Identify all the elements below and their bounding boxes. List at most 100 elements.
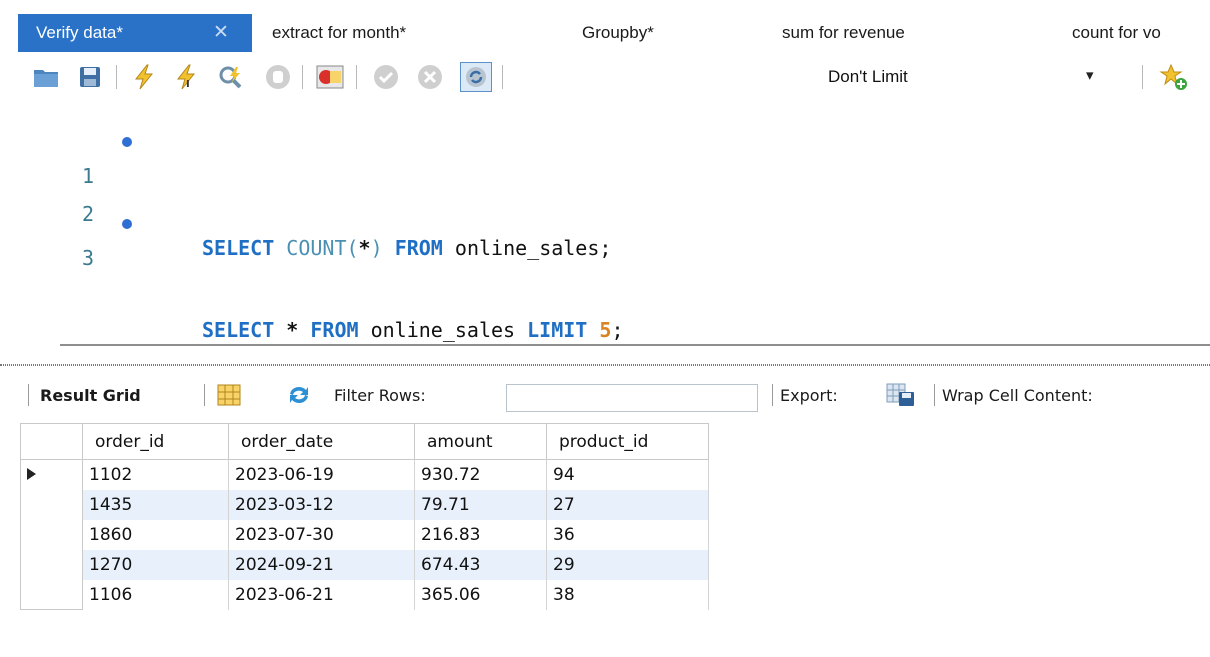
tab-sum-for-revenue[interactable]: sum for revenue bbox=[782, 14, 905, 52]
wrap-cell-content-label: Wrap Cell Content: bbox=[942, 386, 1093, 405]
stop-icon[interactable] bbox=[262, 62, 294, 92]
toolbar-separator bbox=[302, 65, 303, 89]
table-cell[interactable]: 216.83 bbox=[414, 519, 547, 550]
line-number: 3 bbox=[82, 246, 95, 270]
toolbar-separator bbox=[356, 65, 357, 89]
limit-rows-select[interactable]: Don't Limit ▾ bbox=[818, 64, 1188, 92]
editor-scroll-divider bbox=[60, 344, 1210, 346]
add-snippet-icon[interactable] bbox=[1158, 62, 1190, 92]
commit-icon[interactable] bbox=[370, 62, 402, 92]
result-grid[interactable]: order_id order_date amount product_id 11… bbox=[20, 423, 709, 610]
table-cell[interactable]: 365.06 bbox=[414, 579, 547, 610]
table-cell[interactable]: 2024-09-21 bbox=[228, 549, 415, 580]
table-cell[interactable]: 2023-07-30 bbox=[228, 519, 415, 550]
sql-operator: * bbox=[358, 236, 371, 260]
explain-icon[interactable] bbox=[216, 62, 248, 92]
table-row[interactable]: 1435 2023-03-12 79.71 27 bbox=[20, 489, 709, 520]
table-cell[interactable]: 2023-06-19 bbox=[228, 459, 415, 490]
result-grid-tab[interactable]: Result Grid bbox=[40, 386, 141, 405]
column-header[interactable]: order_date bbox=[228, 423, 415, 460]
table-cell[interactable]: 1435 bbox=[82, 489, 229, 520]
table-row[interactable]: 1106 2023-06-21 365.06 38 bbox=[20, 579, 709, 610]
sql-keyword: LIMIT bbox=[527, 318, 588, 342]
toolbar-separator bbox=[772, 384, 773, 406]
sql-statement[interactable]: SELECT COUNT(*) FROM online_sales; bbox=[202, 230, 611, 266]
tab-count-for-vo[interactable]: count for vo bbox=[1072, 14, 1161, 52]
tab-extract-for-month[interactable]: extract for month* bbox=[272, 14, 406, 52]
table-cell[interactable]: 1270 bbox=[82, 549, 229, 580]
editor-tab-bar: Verify data* ✕ extract for month* Groupb… bbox=[0, 0, 1210, 52]
header-row: order_id order_date amount product_id bbox=[20, 423, 709, 460]
table-cell[interactable]: 79.71 bbox=[414, 489, 547, 520]
code-line[interactable]: 3 SELECT * FROM online_sales LIMIT 5; bbox=[18, 204, 624, 342]
toolbar-separator bbox=[502, 65, 503, 89]
table-cell[interactable]: 94 bbox=[546, 459, 709, 490]
sql-keyword: SELECT bbox=[202, 318, 275, 342]
table-cell[interactable]: 2023-03-12 bbox=[228, 489, 415, 520]
table-cell[interactable]: 1860 bbox=[82, 519, 229, 550]
row-selector[interactable] bbox=[20, 519, 83, 550]
close-icon[interactable]: ✕ bbox=[213, 14, 229, 52]
table-cell[interactable]: 2023-06-21 bbox=[228, 579, 415, 610]
result-toolbar: Result Grid Filter Rows: Export: Wrap Ce… bbox=[18, 376, 1210, 416]
tab-label: count for vo bbox=[1072, 23, 1161, 42]
table-row[interactable]: 1102 2023-06-19 930.72 94 bbox=[20, 459, 709, 490]
column-header[interactable]: amount bbox=[414, 423, 547, 460]
rollback-icon[interactable] bbox=[414, 62, 446, 92]
sql-function: COUNT( bbox=[286, 236, 359, 260]
table-cell[interactable]: 1106 bbox=[82, 579, 229, 610]
row-selector[interactable] bbox=[20, 579, 83, 610]
sql-keyword: FROM bbox=[394, 236, 443, 260]
statement-marker bbox=[122, 137, 132, 147]
table-cell[interactable]: 29 bbox=[546, 549, 709, 580]
sql-text: ; bbox=[611, 318, 624, 342]
column-header[interactable]: product_id bbox=[546, 423, 709, 460]
column-header[interactable]: order_id bbox=[82, 423, 229, 460]
sql-operator: * bbox=[286, 318, 299, 342]
line-number: 2 bbox=[82, 202, 95, 226]
row-selector-header[interactable] bbox=[20, 423, 83, 460]
filter-rows-label: Filter Rows: bbox=[334, 386, 426, 405]
save-icon[interactable] bbox=[74, 62, 106, 92]
limit-selected-value: Don't Limit bbox=[828, 67, 908, 86]
table-cell[interactable]: 674.43 bbox=[414, 549, 547, 580]
autocommit-icon[interactable] bbox=[460, 62, 492, 92]
sql-editor-toolbar: I Don't Limit ▾ bbox=[18, 52, 1210, 102]
table-cell[interactable]: 930.72 bbox=[414, 459, 547, 490]
row-selector[interactable] bbox=[20, 489, 83, 520]
sql-text: online_sales bbox=[358, 318, 528, 342]
execute-current-icon[interactable]: I bbox=[170, 62, 202, 92]
table-cell[interactable]: 36 bbox=[546, 519, 709, 550]
export-icon[interactable] bbox=[884, 380, 918, 410]
code-line[interactable]: 2 bbox=[18, 160, 94, 226]
toggle-error-icon[interactable] bbox=[314, 62, 346, 92]
current-row-arrow-icon bbox=[27, 468, 36, 480]
sql-text: online_sales; bbox=[442, 236, 612, 260]
table-cell[interactable]: 38 bbox=[546, 579, 709, 610]
refresh-icon[interactable] bbox=[284, 380, 314, 410]
table-row[interactable]: 1860 2023-07-30 216.83 36 bbox=[20, 519, 709, 550]
code-line[interactable]: 1 SELECT COUNT(*) FROM online_sales; bbox=[18, 122, 611, 260]
tab-verify-data[interactable]: Verify data* ✕ bbox=[18, 14, 252, 52]
sql-statement[interactable]: SELECT * FROM online_sales LIMIT 5; bbox=[202, 312, 624, 348]
tab-groupby[interactable]: Groupby* bbox=[582, 14, 654, 52]
toolbar-separator bbox=[116, 65, 117, 89]
sql-number: 5 bbox=[599, 318, 612, 342]
tab-label: extract for month* bbox=[272, 23, 407, 42]
form-view-icon[interactable] bbox=[214, 380, 244, 410]
table-cell[interactable]: 27 bbox=[546, 489, 709, 520]
line-number: 1 bbox=[82, 164, 95, 188]
row-selector[interactable] bbox=[20, 459, 83, 490]
table-cell[interactable]: 1102 bbox=[82, 459, 229, 490]
toolbar-separator bbox=[934, 384, 935, 406]
toolbar-separator bbox=[204, 384, 205, 406]
table-row[interactable]: 1270 2024-09-21 674.43 29 bbox=[20, 549, 709, 580]
open-folder-icon[interactable] bbox=[30, 62, 62, 92]
sql-editor[interactable]: 1 SELECT COUNT(*) FROM online_sales; 2 3… bbox=[18, 102, 1210, 352]
panel-splitter[interactable] bbox=[0, 364, 1210, 366]
tab-label: sum for revenue bbox=[782, 23, 905, 42]
execute-icon[interactable] bbox=[128, 62, 160, 92]
row-selector[interactable] bbox=[20, 549, 83, 580]
filter-rows-input[interactable] bbox=[506, 384, 758, 412]
chevron-down-icon[interactable]: ▾ bbox=[1086, 66, 1094, 84]
